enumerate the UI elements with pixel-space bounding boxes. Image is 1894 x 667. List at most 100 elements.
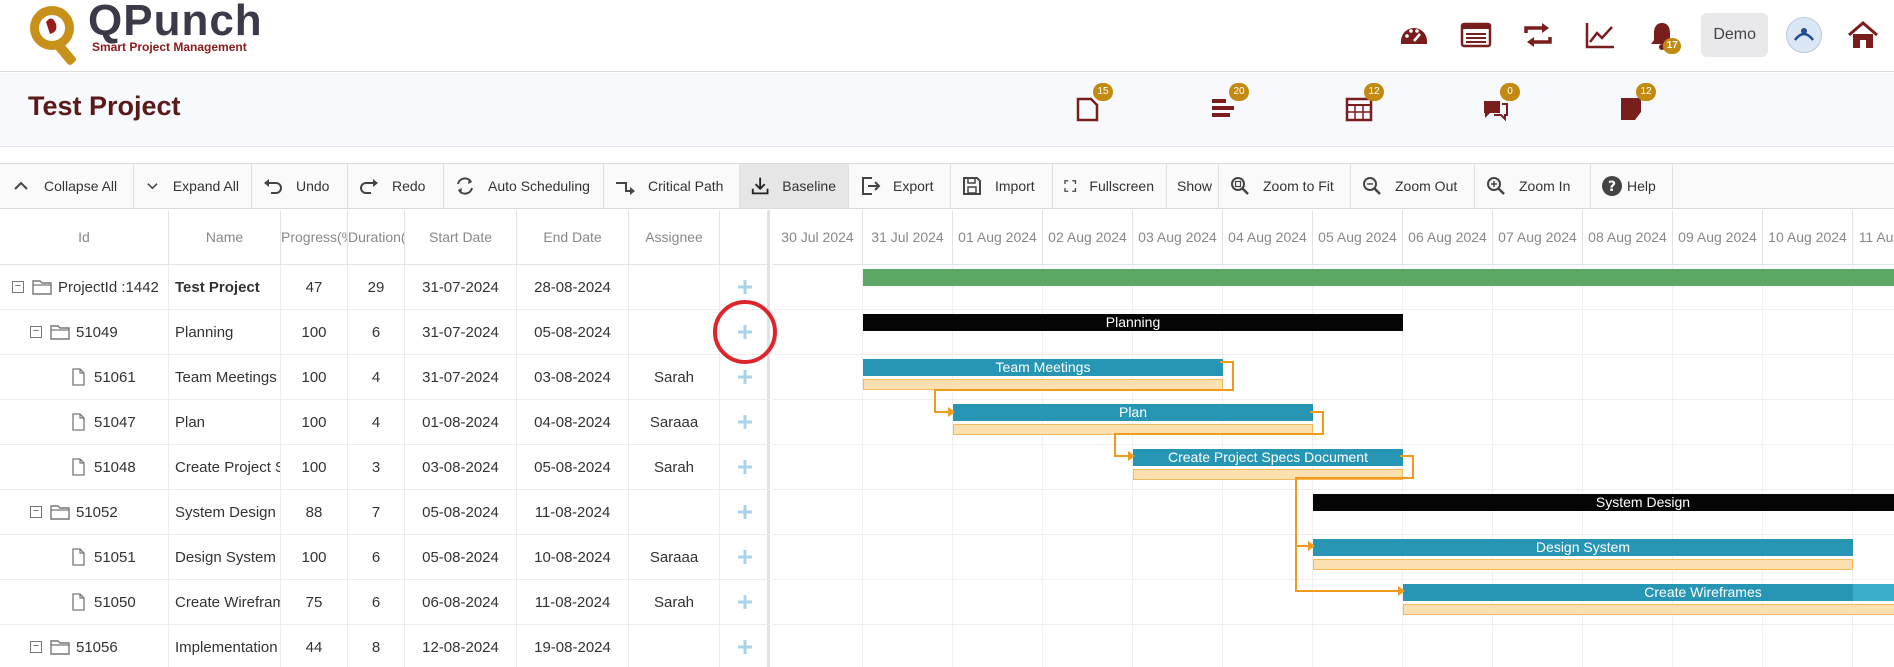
chart-icon[interactable] (1569, 12, 1631, 58)
cell-assignee: Sarah (629, 580, 720, 625)
cell-progress: 47 (281, 265, 348, 310)
qpunch-logo[interactable]: QPunch Smart Project Management (24, 0, 264, 70)
fullscreen-button[interactable]: Fullscreen (1053, 164, 1167, 208)
table-row[interactable]: 51061 Team Meetings 100 4 31-07-2024 03-08-20… (0, 355, 770, 400)
avatar-icon[interactable] (1786, 17, 1822, 53)
sync-icon[interactable] (1507, 12, 1569, 58)
redo-button[interactable]: Redo (348, 164, 444, 208)
zoom-out-button[interactable]: Zoom Out (1351, 164, 1475, 208)
link-specs-to-wireframes (1295, 546, 1400, 592)
baseline-button[interactable]: Baseline (740, 164, 849, 208)
zoom-to-fit-label: Zoom to Fit (1263, 178, 1334, 194)
critical-path-button[interactable]: Critical Path (604, 164, 740, 208)
cell-end: 19-08-2024 (517, 625, 629, 667)
user-menu-button[interactable]: Demo (1701, 13, 1768, 57)
cell-id: − 51052 (0, 490, 169, 535)
dashboard-icon[interactable] (1383, 12, 1445, 58)
cell-id: − ProjectId :1442 (0, 265, 169, 310)
cell-name: Planning (169, 310, 281, 355)
zoom-in-label: Zoom In (1519, 178, 1571, 194)
import-button[interactable]: Import (951, 164, 1053, 208)
cell-name: Create Wirefram (169, 580, 281, 625)
collapse-toggle-icon[interactable]: − (30, 326, 42, 338)
baseline-label: Baseline (782, 178, 836, 194)
collapse-all-label: Collapse All (44, 178, 118, 194)
collapse-toggle-icon[interactable]: − (30, 641, 42, 653)
table-row[interactable]: − 51052 System Design 88 7 05-08-2024 11-08-20… (0, 490, 770, 535)
cell-progress: 75 (281, 580, 348, 625)
zoom-to-fit-button[interactable]: Zoom to Fit (1219, 164, 1351, 208)
chat-count-badge: 0 (1500, 83, 1520, 101)
cell-duration: 8 (348, 625, 405, 667)
add-subtask-icon[interactable] (735, 412, 755, 432)
cell-start: 31-07-2024 (405, 355, 517, 400)
column-header-start-date[interactable]: Start Date (405, 210, 517, 265)
column-header-end-date[interactable]: End Date (517, 210, 629, 265)
column-header-name[interactable]: Name (169, 210, 281, 265)
add-subtask-icon[interactable] (735, 277, 755, 297)
table-row[interactable]: 51050 Create Wirefram 75 6 06-08-2024 11-08-2… (0, 580, 770, 625)
add-subtask-icon[interactable] (735, 547, 755, 567)
cell-progress: 100 (281, 400, 348, 445)
page-title: Test Project (28, 91, 181, 121)
documents-icon[interactable]: 15 (1063, 83, 1113, 133)
refresh-icon (457, 177, 473, 195)
gantt-toolbar: Collapse All Expand All Undo Redo Auto S… (0, 163, 1894, 209)
table-row[interactable]: 51047 Plan 100 4 01-08-2024 04-08-2024 Saraaa (0, 400, 770, 445)
folder-icon (32, 280, 52, 295)
collapse-toggle-icon[interactable]: − (30, 506, 42, 518)
file-icon (72, 413, 85, 431)
undo-label: Undo (296, 178, 330, 194)
cell-id: 51048 (0, 445, 169, 490)
cell-start: 12-08-2024 (405, 625, 517, 667)
column-header-duration[interactable]: Duration( (348, 210, 405, 265)
home-icon[interactable] (1832, 12, 1894, 58)
undo-button[interactable]: Undo (252, 164, 348, 208)
add-subtask-icon[interactable] (735, 457, 755, 477)
list-icon[interactable] (1445, 12, 1507, 58)
fullscreen-label: Fullscreen (1089, 178, 1154, 194)
show-button[interactable]: Show (1167, 164, 1219, 208)
cell-name: Implementation (169, 625, 281, 667)
column-header-progress[interactable]: Progress(% (281, 210, 348, 265)
cell-start: 31-07-2024 (405, 265, 517, 310)
cell-duration: 7 (348, 490, 405, 535)
cell-progress: 100 (281, 310, 348, 355)
help-button[interactable]: ? Help (1591, 164, 1673, 208)
table-row[interactable]: − 51049 Planning 100 6 31-07-2024 05-08-2024 (0, 310, 770, 355)
tasks-icon[interactable]: 20 (1199, 83, 1249, 133)
collapse-toggle-icon[interactable]: − (12, 281, 24, 293)
cell-name: Team Meetings (169, 355, 281, 400)
expand-all-button[interactable]: Expand All (134, 164, 252, 208)
collapse-all-button[interactable]: Collapse All (0, 164, 134, 208)
column-header-assignee[interactable]: Assignee (629, 210, 720, 265)
table-row[interactable]: 51051 Design System 100 6 05-08-2024 10-08-20… (0, 535, 770, 580)
cell-start: 03-08-2024 (405, 445, 517, 490)
export-button[interactable]: Export (849, 164, 951, 208)
cell-end: 05-08-2024 (517, 445, 629, 490)
column-header-id[interactable]: Id (0, 210, 169, 265)
undo-icon (264, 179, 282, 194)
table-row[interactable]: − 51056 Implementation 44 8 12-08-2024 19-08-2… (0, 625, 770, 667)
bell-icon[interactable]: 17 (1631, 12, 1693, 58)
cell-name: Test Project (169, 265, 281, 310)
zoom-in-button[interactable]: Zoom In (1475, 164, 1591, 208)
cell-id: 51047 (0, 400, 169, 445)
add-subtask-icon[interactable] (735, 502, 755, 522)
arrow-head-design-system (1308, 541, 1315, 551)
cell-progress: 44 (281, 625, 348, 667)
chat-icon[interactable]: 0 (1470, 83, 1520, 133)
chevron-down-icon (147, 183, 158, 190)
table-row[interactable]: 51048 Create Project S 100 3 03-08-2024 05-08… (0, 445, 770, 490)
table-row[interactable]: − ProjectId :1442 Test Project 47 29 31-07-20… (0, 265, 770, 310)
add-subtask-icon[interactable] (735, 637, 755, 657)
add-subtask-icon[interactable] (735, 592, 755, 612)
calendar-icon[interactable]: 12 (1334, 83, 1384, 133)
auto-scheduling-button[interactable]: Auto Scheduling (444, 164, 604, 208)
arrow-head-plan (948, 407, 955, 417)
cell-end: 11-08-2024 (517, 490, 629, 535)
notes-icon[interactable]: 12 (1606, 83, 1656, 133)
add-subtask-icon[interactable] (735, 367, 755, 387)
import-label: Import (995, 178, 1035, 194)
column-header-add (720, 210, 770, 265)
